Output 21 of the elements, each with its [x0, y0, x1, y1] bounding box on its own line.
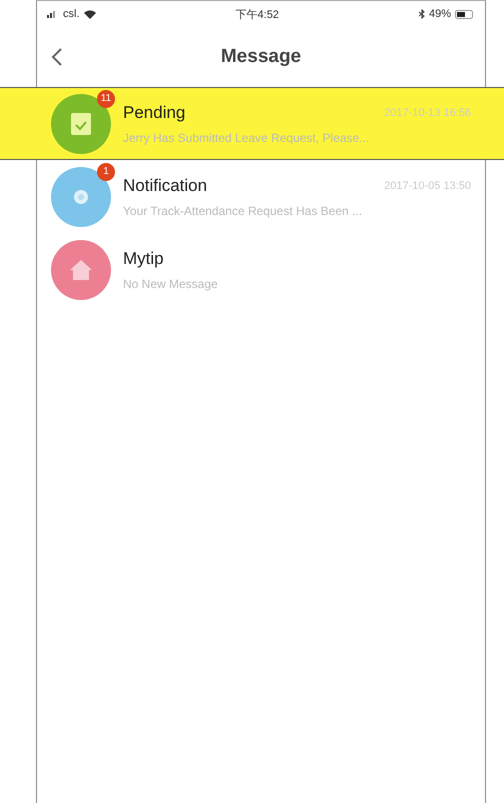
unread-badge: 1	[97, 162, 115, 180]
message-time: 2017-10-13 16:56	[384, 106, 471, 118]
message-row[interactable]: 11 Pending 2017-10-13 16:56 Jerry Has Submitted Leave Request, Please...	[0, 87, 504, 160]
bluetooth-icon	[418, 9, 425, 19]
clock: 下午4:52	[236, 8, 279, 22]
dot-icon	[73, 188, 89, 204]
message-title: Pending	[123, 102, 186, 122]
message-preview: Your Track-Attendance Request Has Been ...	[123, 204, 364, 218]
clipboard-check-icon	[69, 110, 93, 136]
carrier-name: csl.	[63, 8, 80, 20]
house-icon	[68, 258, 94, 282]
message-preview: Jerry Has Submitted Leave Request, Please...	[123, 130, 370, 144]
unread-badge: 11	[97, 90, 115, 108]
message-title: Notification	[123, 176, 208, 196]
battery-percent: 49%	[428, 8, 451, 20]
chevron-left-icon	[51, 47, 63, 67]
message-preview: No New Message	[123, 276, 219, 290]
wifi-icon	[84, 10, 96, 18]
battery-icon	[454, 10, 475, 18]
message-title: Mytip	[123, 248, 164, 268]
page-title: Message	[220, 46, 302, 68]
